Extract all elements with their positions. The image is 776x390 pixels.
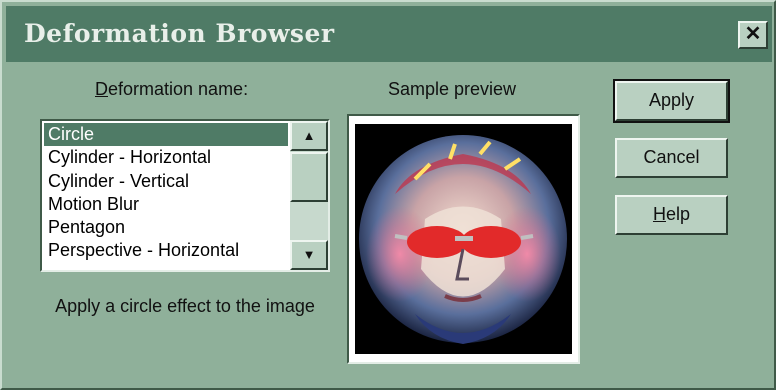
close-button[interactable]: ✕ xyxy=(738,21,768,49)
sample-preview-frame xyxy=(347,114,580,364)
cancel-button[interactable]: Cancel xyxy=(615,138,728,178)
deformation-description: Apply a circle effect to the image xyxy=(55,296,315,316)
list-item[interactable]: Cylinder - Vertical xyxy=(44,170,288,193)
sample-preview-label: Sample preview xyxy=(388,79,517,99)
scroll-down-button[interactable]: ▼ xyxy=(290,240,328,270)
deformation-browser-dialog: Deformation Browser ✕ Deformation name: … xyxy=(0,0,776,390)
arrow-up-icon: ▲ xyxy=(302,128,316,143)
list-item[interactable]: Motion Blur xyxy=(44,193,288,216)
scroll-thumb[interactable] xyxy=(290,152,328,202)
list-item[interactable]: Circle xyxy=(44,123,288,147)
scroll-up-button[interactable]: ▲ xyxy=(290,121,328,151)
list-item[interactable]: Pentagon xyxy=(44,216,288,239)
deformation-listbox[interactable]: Circle Cylinder - Horizontal Cylinder - Ve… xyxy=(40,119,330,272)
help-button[interactable]: Help xyxy=(615,195,728,235)
close-icon: ✕ xyxy=(744,23,762,45)
list-item[interactable]: Perspective - Horizontal xyxy=(44,239,288,262)
title-bar[interactable]: Deformation Browser ✕ xyxy=(6,6,772,62)
apply-button[interactable]: Apply xyxy=(613,79,730,123)
list-scrollbar[interactable]: ▲ ▼ xyxy=(290,121,328,270)
list-item[interactable]: Cylinder - Horizontal xyxy=(44,146,288,169)
arrow-down-icon: ▼ xyxy=(302,247,316,262)
window-title: Deformation Browser xyxy=(24,19,335,48)
deformation-list: Circle Cylinder - Horizontal Cylinder - Ve… xyxy=(44,123,288,263)
deformation-name-label: Deformation name: xyxy=(95,79,249,99)
sample-preview-image xyxy=(355,124,572,354)
